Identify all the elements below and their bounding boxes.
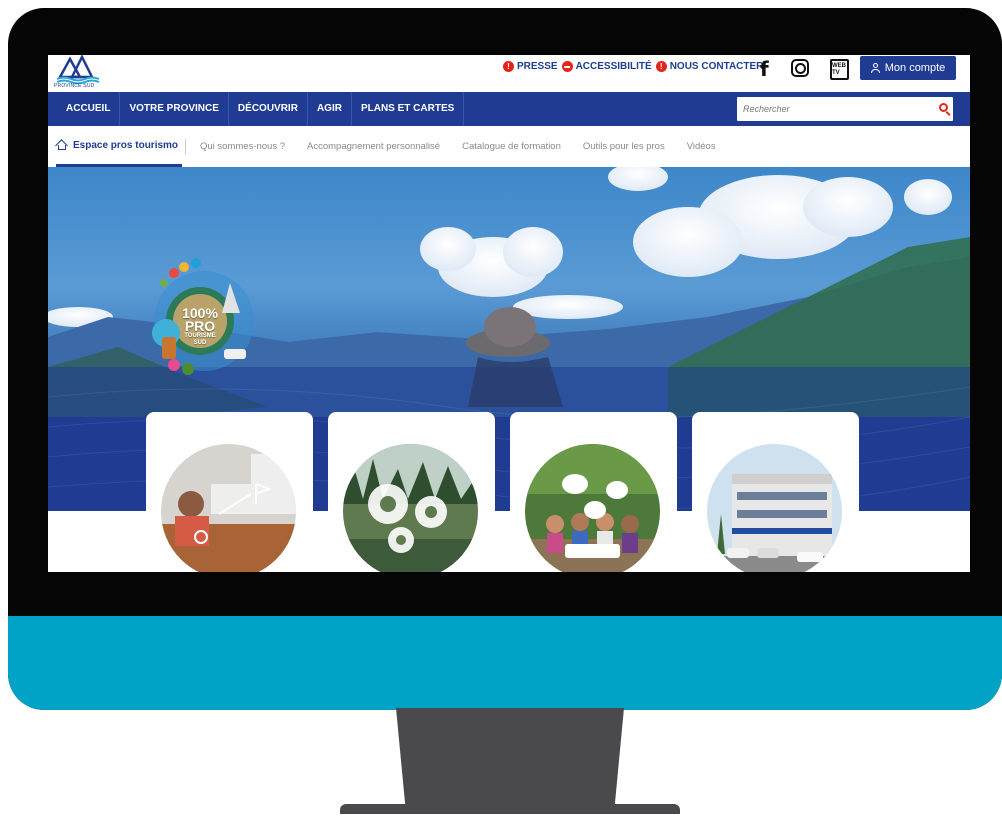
tab-outils-pros[interactable]: Outils pour les pros xyxy=(583,141,665,152)
instagram-icon[interactable] xyxy=(791,59,809,77)
tab-accompagnement[interactable]: Accompagnement personnalisé xyxy=(307,141,440,152)
tab-qui-sommes-nous[interactable]: Qui sommes-nous ? xyxy=(200,141,285,152)
sub-nav-divider xyxy=(185,139,186,155)
accessibility-icon xyxy=(561,61,573,72)
nav-item-accueil[interactable]: ACCUEIL xyxy=(57,92,121,126)
search-icon[interactable] xyxy=(939,103,948,112)
badge-title: 100% PRO TOURISME SUD xyxy=(178,305,222,347)
tab-catalogue-formation[interactable]: Catalogue de formation xyxy=(462,141,561,152)
facebook-icon[interactable]: f xyxy=(760,57,769,81)
feature-card[interactable] xyxy=(146,412,313,572)
feature-card[interactable] xyxy=(692,412,859,572)
search-box xyxy=(737,97,953,121)
feature-card[interactable] xyxy=(510,412,677,572)
tab-videos[interactable]: Vidéos xyxy=(687,141,716,152)
group-discussion-photo xyxy=(525,444,660,572)
top-bar: PROVINCE SUD ! PRESSE ACCESSIBILITÉ ! NO… xyxy=(48,55,970,92)
office-meeting-photo xyxy=(161,444,296,572)
nav-item-decouvrir[interactable]: DÉCOUVRIR xyxy=(229,92,308,126)
building-photo xyxy=(707,444,842,572)
accessibility-link[interactable]: ACCESSIBILITÉ xyxy=(561,61,652,72)
monitor-stand-foot xyxy=(340,804,680,814)
press-link[interactable]: ! PRESSE xyxy=(503,61,558,72)
nav-item-plans-et-cartes[interactable]: PLANS ET CARTES xyxy=(352,92,465,126)
forest-gears-photo xyxy=(343,444,478,572)
nav-item-agir[interactable]: AGIR xyxy=(308,92,352,126)
tab-espace-pros-label: Espace pros tourismo xyxy=(73,139,179,151)
sub-nav-items: Qui sommes-nous ? Accompagnement personn… xyxy=(200,126,738,167)
search-input[interactable] xyxy=(743,97,923,121)
logo-caption: PROVINCE SUD xyxy=(54,83,95,89)
alert-icon: ! xyxy=(655,61,667,72)
press-link-label: PRESSE xyxy=(517,61,558,72)
sub-nav: Espace pros tourismo Qui sommes-nous ? A… xyxy=(48,126,970,168)
accessibility-link-label: ACCESSIBILITÉ xyxy=(575,61,652,72)
monitor-stand-neck xyxy=(396,708,624,804)
account-button-label: Mon compte xyxy=(884,62,946,74)
monitor-chin xyxy=(8,616,1002,710)
main-nav: ACCUEIL VOTRE PROVINCE DÉCOUVRIR AGIR PL… xyxy=(48,92,970,126)
user-icon xyxy=(870,63,880,73)
home-icon xyxy=(56,140,68,150)
contact-link-label: NOUS CONTACTER xyxy=(669,61,764,72)
badge-sub-label: TOURISME SUD xyxy=(184,333,216,346)
contact-link[interactable]: ! NOUS CONTACTER xyxy=(655,61,764,72)
main-nav-items: ACCUEIL VOTRE PROVINCE DÉCOUVRIR AGIR PL… xyxy=(57,92,465,126)
badge-main-label: 100% PRO xyxy=(182,305,218,334)
nav-item-votre-province[interactable]: VOTRE PROVINCE xyxy=(120,92,229,126)
tab-espace-pros-tourismo[interactable]: Espace pros tourismo xyxy=(56,126,183,167)
account-button[interactable]: Mon compte xyxy=(860,56,956,80)
feature-card[interactable] xyxy=(328,412,495,572)
monitor-stand xyxy=(340,708,680,814)
website-screen: PROVINCE SUD ! PRESSE ACCESSIBILITÉ ! NO… xyxy=(48,55,970,572)
web-tv-icon[interactable]: WEB TV xyxy=(830,59,849,80)
alert-icon: ! xyxy=(503,61,514,72)
top-links: ! PRESSE ACCESSIBILITÉ ! NOUS CONTACTER xyxy=(503,61,763,72)
